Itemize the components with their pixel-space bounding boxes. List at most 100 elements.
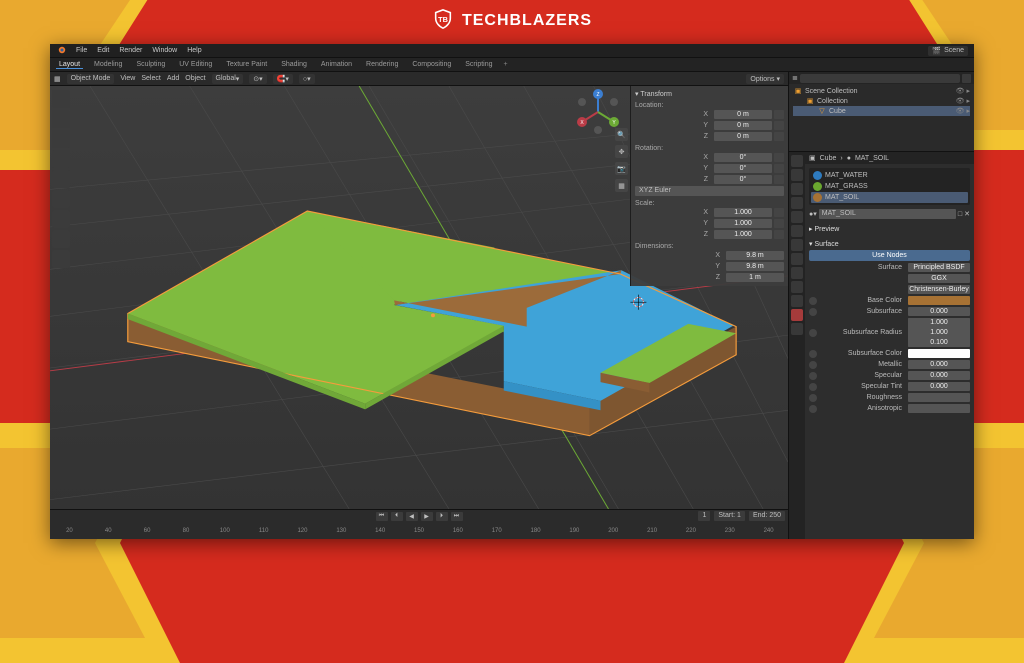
- tool-scale[interactable]: [52, 170, 70, 188]
- tab-output[interactable]: [791, 169, 803, 181]
- scale-x[interactable]: 1.000: [714, 208, 772, 217]
- filter-icon[interactable]: [962, 74, 971, 83]
- sss-radius[interactable]: 1.000 1.000 0.100: [908, 318, 970, 347]
- ws-tab-sculpting[interactable]: Sculpting: [133, 61, 168, 68]
- menu-help[interactable]: Help: [187, 47, 201, 54]
- sss-color-swatch[interactable]: [908, 349, 970, 358]
- outliner-row[interactable]: ▽Cube👁▸: [793, 106, 970, 116]
- menu-window[interactable]: Window: [152, 47, 177, 54]
- restrict-icon[interactable]: ▸: [966, 87, 970, 95]
- tab-viewlayer[interactable]: [791, 183, 803, 195]
- tool-addcube[interactable]: [52, 250, 70, 268]
- vp-menu-select[interactable]: Select: [141, 75, 160, 82]
- material-dropdown-icon[interactable]: ●▾: [809, 210, 817, 218]
- scale-y[interactable]: 1.000: [714, 219, 772, 228]
- tab-particles[interactable]: [791, 253, 803, 265]
- ws-add-tab[interactable]: +: [504, 61, 508, 68]
- ws-tab-modeling[interactable]: Modeling: [91, 61, 125, 68]
- dim-x[interactable]: 9.8 m: [726, 251, 784, 260]
- lock-icon[interactable]: [774, 132, 784, 141]
- preview-panel-header[interactable]: ▸ Preview: [809, 223, 970, 235]
- proportional-toggle[interactable]: ○▾: [299, 74, 315, 84]
- use-nodes-button[interactable]: Use Nodes: [809, 250, 970, 261]
- material-slot[interactable]: MAT_WATER: [811, 170, 968, 181]
- lock-icon[interactable]: [774, 219, 784, 228]
- dim-z[interactable]: 1 m: [726, 273, 784, 282]
- tab-constraints[interactable]: [791, 281, 803, 293]
- lock-icon[interactable]: [774, 153, 784, 162]
- timeline[interactable]: ⏮ ⏴ ◀ ▶ ⏵ ⏭ 1 Start: 1 End: 250 20406080…: [50, 509, 788, 539]
- ws-tab-animation[interactable]: Animation: [318, 61, 355, 68]
- ws-tab-layout[interactable]: Layout: [56, 61, 83, 69]
- eye-icon[interactable]: 👁: [956, 107, 965, 115]
- lock-icon[interactable]: [774, 230, 784, 239]
- scale-z[interactable]: 1.000: [714, 230, 772, 239]
- vp-menu-view[interactable]: View: [120, 75, 135, 82]
- tool-transform[interactable]: [52, 190, 70, 208]
- unlink-material-button[interactable]: ✕: [964, 210, 970, 218]
- socket-dot-icon[interactable]: [809, 329, 817, 337]
- new-material-button[interactable]: □: [958, 211, 962, 218]
- rot-z[interactable]: 0°: [714, 175, 772, 184]
- socket-dot-icon[interactable]: [809, 350, 817, 358]
- tab-texture[interactable]: [791, 323, 803, 335]
- tool-select-box[interactable]: [52, 90, 70, 108]
- tab-material[interactable]: [791, 309, 803, 321]
- loc-z[interactable]: 0 m: [714, 132, 772, 141]
- menu-edit[interactable]: Edit: [97, 47, 109, 54]
- viewport-options[interactable]: Options ▾: [746, 74, 784, 84]
- scene-selector[interactable]: 🎬 Scene: [928, 46, 968, 56]
- restrict-icon[interactable]: ▸: [966, 107, 970, 115]
- surface-shader[interactable]: Principled BSDF: [908, 263, 970, 272]
- outliner-row[interactable]: ▣Collection👁▸: [793, 96, 970, 106]
- loc-y[interactable]: 0 m: [714, 121, 772, 130]
- lock-icon[interactable]: [774, 164, 784, 173]
- socket-dot-icon[interactable]: [809, 361, 817, 369]
- tab-world[interactable]: [791, 211, 803, 223]
- restrict-icon[interactable]: ▸: [966, 97, 970, 105]
- socket-dot-icon[interactable]: [809, 308, 817, 316]
- eye-icon[interactable]: 👁: [956, 87, 965, 95]
- socket-dot-icon[interactable]: [809, 405, 817, 413]
- material-slot[interactable]: MAT_GRASS: [811, 181, 968, 192]
- lock-icon[interactable]: [774, 208, 784, 217]
- socket-dot-icon[interactable]: [809, 383, 817, 391]
- current-frame[interactable]: 1: [698, 511, 710, 521]
- editor-type-icon[interactable]: ▦: [54, 75, 61, 83]
- tab-mesh[interactable]: [791, 295, 803, 307]
- outliner-search[interactable]: [800, 74, 960, 83]
- tool-measure[interactable]: [52, 230, 70, 248]
- tab-modifiers[interactable]: [791, 239, 803, 251]
- socket-dot-icon[interactable]: [809, 394, 817, 402]
- surface-panel-header[interactable]: ▾ Surface: [809, 238, 970, 250]
- menu-file[interactable]: File: [76, 47, 87, 54]
- tab-render[interactable]: [791, 155, 803, 167]
- anisotropic-value[interactable]: [908, 404, 970, 413]
- tab-physics[interactable]: [791, 267, 803, 279]
- loc-x[interactable]: 0 m: [714, 110, 772, 119]
- sss-method[interactable]: Christensen-Burley: [908, 285, 970, 294]
- timeline-ruler[interactable]: 2040608010011012013014015016017018019020…: [50, 522, 788, 539]
- play-reverse-icon[interactable]: ◀: [406, 512, 418, 521]
- ortho-toggle-button[interactable]: ▦: [615, 179, 628, 192]
- material-name-field[interactable]: MAT_SOIL: [819, 209, 956, 219]
- tool-move[interactable]: [52, 130, 70, 148]
- ws-tab-uvediting[interactable]: UV Editing: [176, 61, 215, 68]
- end-frame[interactable]: End: 250: [749, 511, 785, 521]
- tab-object[interactable]: [791, 225, 803, 237]
- rot-y[interactable]: 0°: [714, 164, 772, 173]
- socket-dot-icon[interactable]: [809, 372, 817, 380]
- ws-tab-texturepaint[interactable]: Texture Paint: [223, 61, 270, 68]
- camera-view-button[interactable]: 📷: [615, 162, 628, 175]
- lock-icon[interactable]: [774, 121, 784, 130]
- roughness-value[interactable]: [908, 393, 970, 402]
- zoom-button[interactable]: 🔍: [615, 128, 628, 141]
- ws-tab-compositing[interactable]: Compositing: [409, 61, 454, 68]
- orientation-selector[interactable]: Global ▾: [212, 74, 244, 84]
- tab-scene[interactable]: [791, 197, 803, 209]
- base-color-swatch[interactable]: [908, 296, 970, 305]
- move-view-button[interactable]: ✥: [615, 145, 628, 158]
- 3d-viewport[interactable]: ▦ Object Mode View Select Add Object Glo…: [50, 72, 788, 509]
- keyframe-prev-icon[interactable]: ⏴: [391, 512, 403, 521]
- specular-value[interactable]: 0.000: [908, 371, 970, 380]
